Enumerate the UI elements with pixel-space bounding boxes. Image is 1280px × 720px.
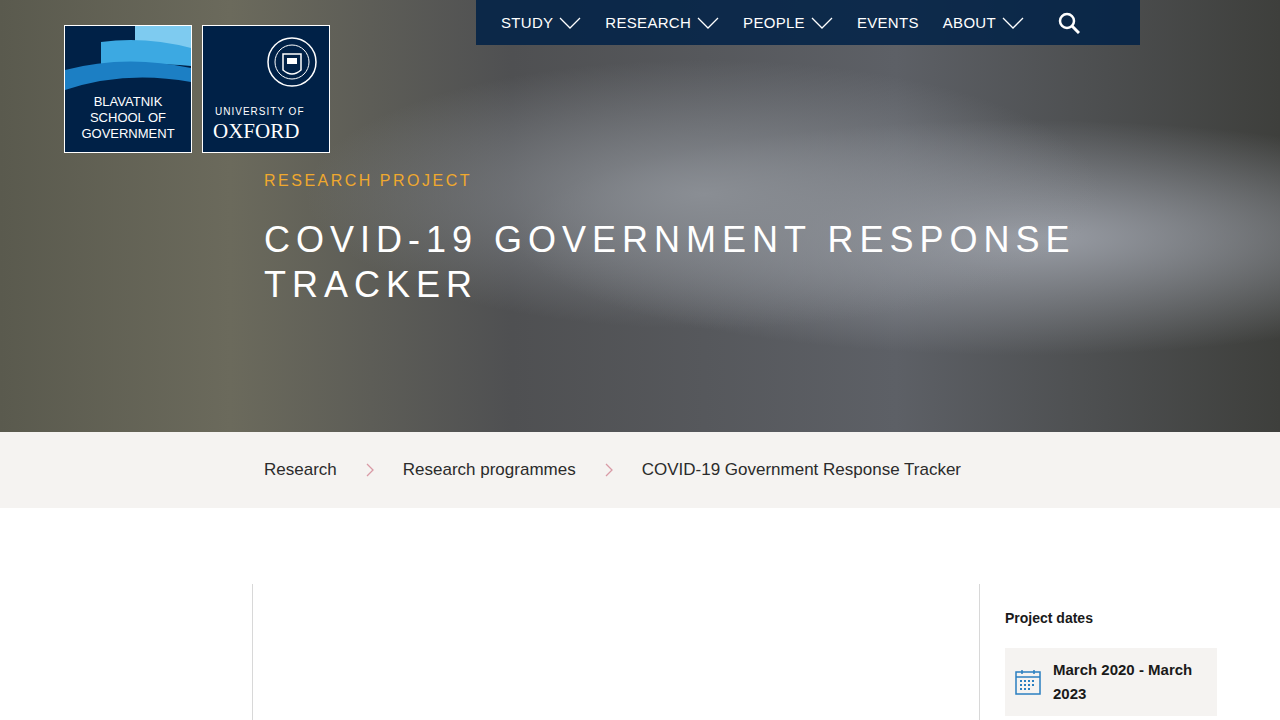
oxford-logo[interactable]: UNIVERSITY OF OXFORD (202, 25, 330, 153)
main-nav: STUDY RESEARCH PEOPLE EVENTS ABOUT (476, 0, 1140, 45)
oxford-logo-large: OXFORD (213, 119, 299, 144)
calendar-icon (1015, 669, 1041, 695)
content: Project dates March 2020 - March 2023 (0, 584, 1280, 720)
chevron-right-icon (365, 462, 375, 478)
school-logo[interactable]: BLAVATNIKSCHOOL OFGOVERNMENT (64, 25, 192, 153)
main-column (252, 584, 979, 720)
breadcrumb-item[interactable]: Research (264, 460, 337, 480)
school-logo-line: GOVERNMENT (81, 126, 174, 142)
hero: BLAVATNIKSCHOOL OFGOVERNMENTUNIVERSITY O… (0, 0, 1280, 432)
search-icon[interactable] (1058, 12, 1080, 34)
breadcrumbs: Research Research programmes COVID-19 Gove… (0, 432, 1280, 508)
stripes-icon (65, 26, 191, 96)
project-dates: March 2020 - March 2023 (1053, 658, 1207, 706)
logos[interactable]: BLAVATNIKSCHOOL OFGOVERNMENTUNIVERSITY O… (64, 25, 330, 153)
nav-item[interactable]: ABOUT (943, 14, 1028, 31)
hero-title: COVID-19 GOVERNMENT RESPONSE TRACKER (264, 217, 1144, 307)
breadcrumb-item[interactable]: COVID-19 Government Response Tracker (642, 460, 961, 480)
school-logo-line: SCHOOL OF (90, 110, 166, 126)
chevron-down-icon (559, 17, 581, 29)
chevron-down-icon (1002, 17, 1024, 29)
sidebar: Project dates March 2020 - March 2023 (979, 584, 1245, 720)
nav-item[interactable]: EVENTS (857, 14, 923, 31)
crest-icon (265, 32, 319, 96)
hero-photo (0, 0, 1280, 432)
chevron-down-icon (697, 17, 719, 29)
hero-kicker: RESEARCH PROJECT (264, 171, 1280, 191)
oxford-logo-small: UNIVERSITY OF (215, 106, 305, 117)
nav-item[interactable]: RESEARCH (605, 14, 723, 31)
school-logo-line: BLAVATNIK (94, 94, 163, 110)
nav-item[interactable]: STUDY (501, 14, 585, 31)
chevron-right-icon (604, 462, 614, 478)
nav-item[interactable]: PEOPLE (743, 14, 837, 31)
chevron-down-icon (811, 17, 833, 29)
project-dates-card: March 2020 - March 2023 (1005, 648, 1217, 716)
breadcrumb-item[interactable]: Research programmes (403, 460, 576, 480)
page: BLAVATNIKSCHOOL OFGOVERNMENTUNIVERSITY O… (0, 0, 1280, 720)
project-dates-heading: Project dates (1005, 610, 1245, 626)
